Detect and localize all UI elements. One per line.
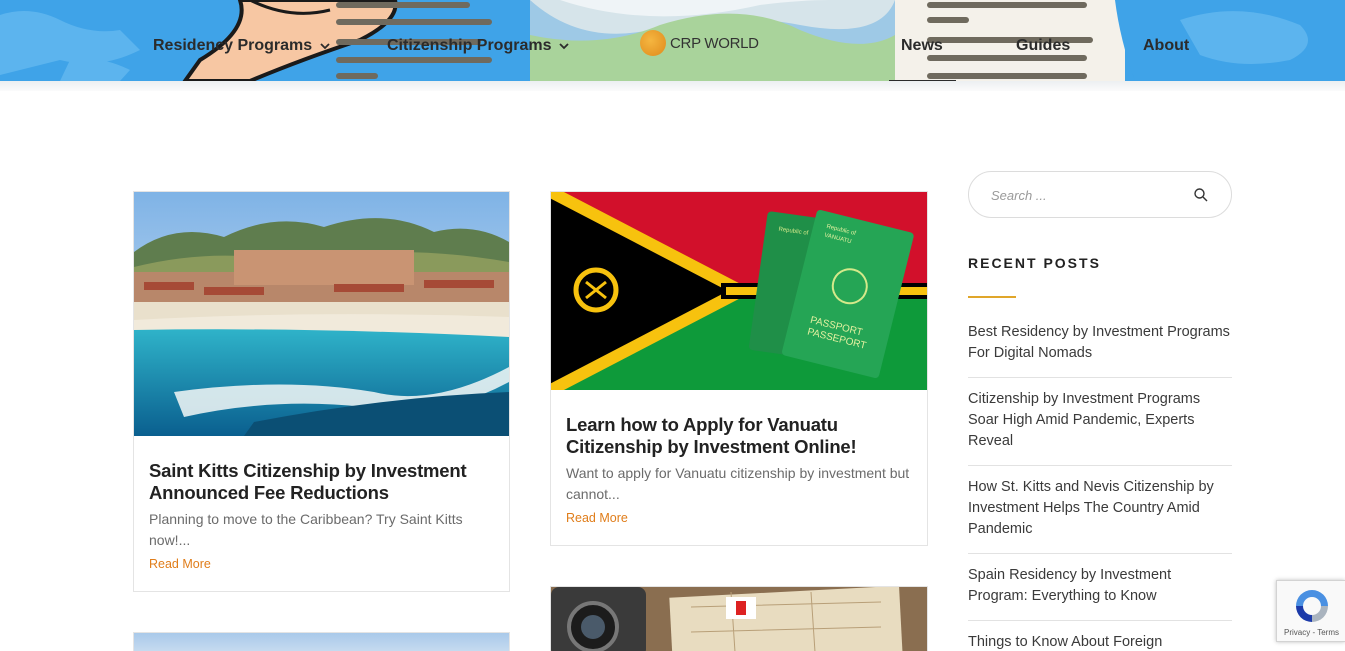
nav-news-label: News — [901, 37, 943, 54]
search-icon[interactable] — [1193, 187, 1209, 203]
site-header: Residency Programs Citizenship Programs … — [0, 0, 1345, 81]
nav-news[interactable]: News — [901, 34, 943, 58]
recent-posts-heading: RECENT POSTS — [968, 255, 1101, 271]
recent-post-link[interactable]: Best Residency by Investment Programs Fo… — [968, 322, 1232, 364]
nav-citizenship-label: Citizenship Programs — [387, 37, 552, 54]
logo-text: CRP WORLD — [670, 34, 759, 52]
header-divider — [0, 81, 1345, 91]
travel-camera-map-image — [551, 587, 927, 651]
heading-accent-line — [968, 296, 1016, 298]
nav-guides[interactable]: Guides — [1016, 34, 1070, 58]
recaptcha-badge[interactable]: Privacy - Terms — [1276, 580, 1345, 642]
divider — [968, 377, 1232, 378]
nav-citizenship-programs[interactable]: Citizenship Programs — [387, 34, 570, 58]
nav-about-label: About — [1143, 37, 1190, 54]
nav-guides-label: Guides — [1016, 37, 1071, 54]
recaptcha-links[interactable]: Privacy - Terms — [1277, 628, 1345, 637]
post-thumbnail-vanuatu[interactable]: Republic of Republic of VANUATU PASSPORT… — [551, 192, 927, 390]
vanuatu-flag-passport-image: Republic of Republic of VANUATU PASSPORT… — [551, 192, 927, 390]
nav-residency-label: Residency Programs — [153, 37, 313, 54]
post-title[interactable]: Learn how to Apply for Vanuatu Citizensh… — [566, 414, 886, 458]
post-thumbnail-travel[interactable] — [551, 587, 927, 651]
post-card: Saint Kitts Citizenship by Investment An… — [133, 191, 510, 592]
beach-resort-image — [134, 192, 509, 436]
post-excerpt: Want to apply for Vanuatu citizenship by… — [566, 465, 910, 502]
globe-logo-icon — [640, 30, 666, 56]
post-card — [550, 586, 928, 651]
site-logo[interactable]: CRP WORLD — [640, 30, 759, 56]
post-card — [133, 632, 510, 651]
recent-post-link[interactable]: How St. Kitts and Nevis Citizenship by I… — [968, 477, 1232, 540]
search-box — [968, 171, 1232, 218]
read-more-link[interactable]: Read More — [566, 511, 628, 525]
divider — [968, 465, 1232, 466]
recaptcha-icon — [1296, 590, 1328, 622]
post-thumbnail[interactable] — [134, 633, 509, 651]
recent-post-link[interactable]: Things to Know About Foreign — [968, 632, 1232, 651]
post-card: Republic of Republic of VANUATU PASSPORT… — [550, 191, 928, 546]
search-input[interactable] — [991, 184, 1191, 206]
recent-post-link[interactable]: Citizenship by Investment Programs Soar … — [968, 389, 1232, 452]
divider — [968, 553, 1232, 554]
post-thumbnail-saint-kitts[interactable] — [134, 192, 509, 436]
post-excerpt: Planning to move to the Caribbean? Try S… — [149, 511, 463, 548]
read-more-link[interactable]: Read More — [149, 557, 211, 571]
nav-residency-programs[interactable]: Residency Programs — [153, 34, 330, 58]
chevron-down-icon — [320, 43, 330, 50]
recent-post-link[interactable]: Spain Residency by Investment Program: E… — [968, 565, 1232, 607]
post-title[interactable]: Saint Kitts Citizenship by Investment An… — [149, 460, 489, 504]
chevron-down-icon — [559, 43, 570, 50]
divider — [968, 620, 1232, 621]
nav-about[interactable]: About — [1143, 34, 1189, 58]
page: Residency Programs Citizenship Programs … — [0, 0, 1345, 651]
